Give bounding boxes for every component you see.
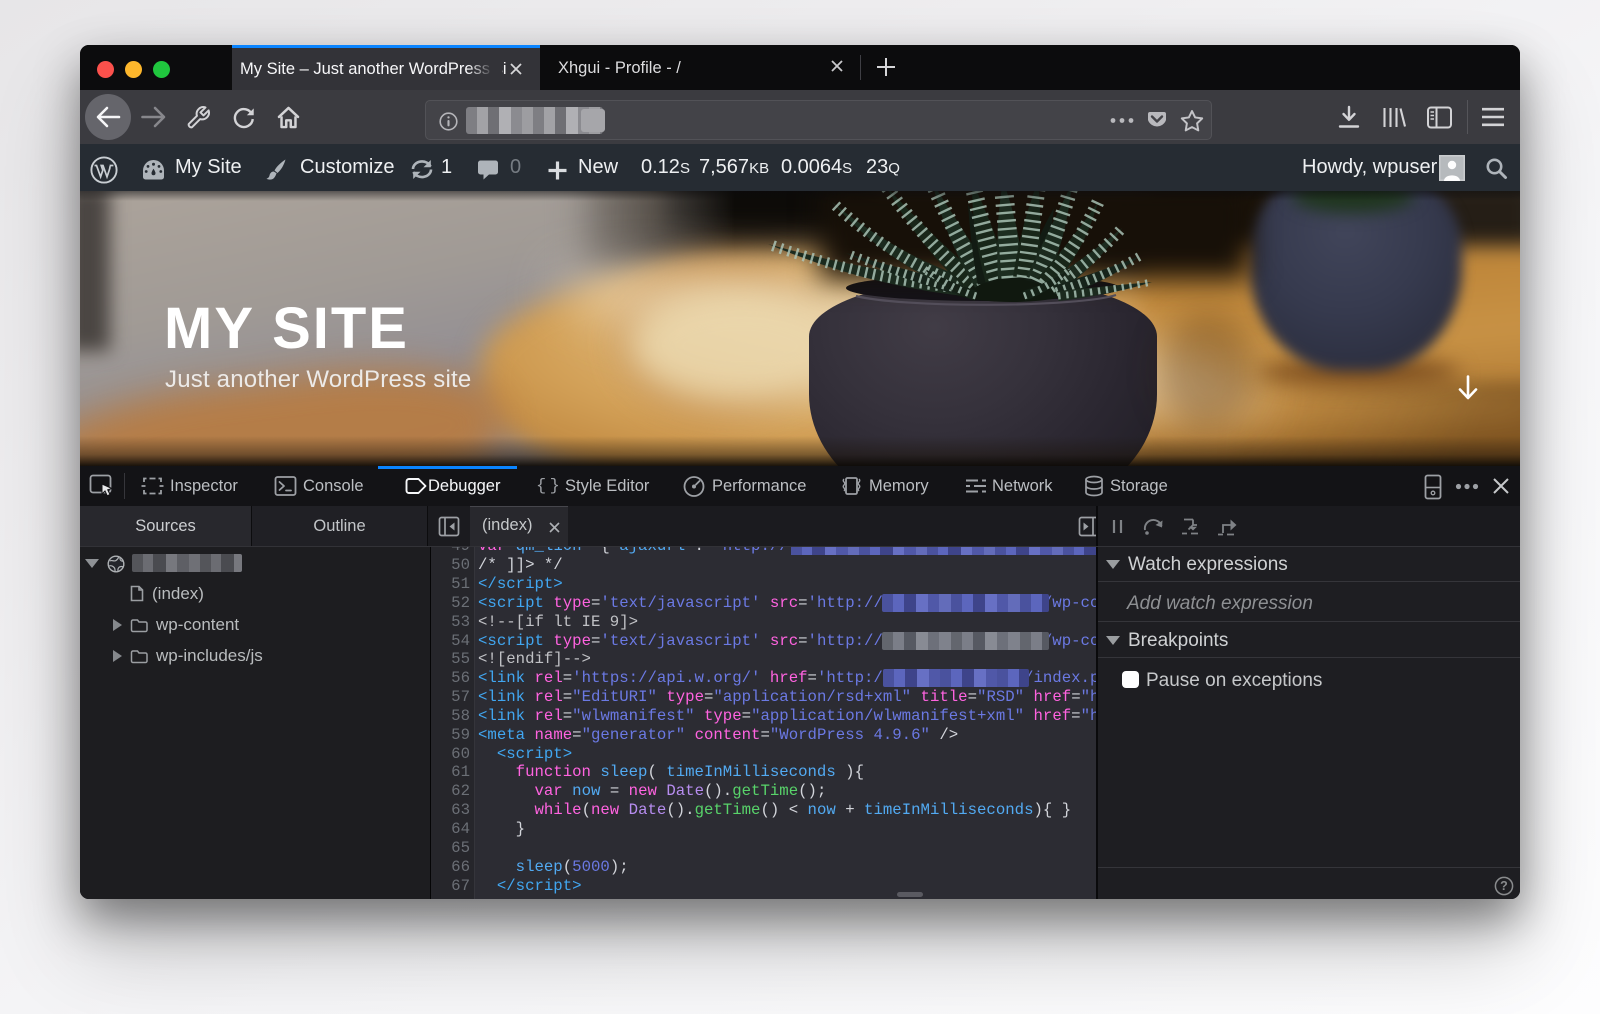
svg-text:?: ? [1500, 879, 1508, 893]
